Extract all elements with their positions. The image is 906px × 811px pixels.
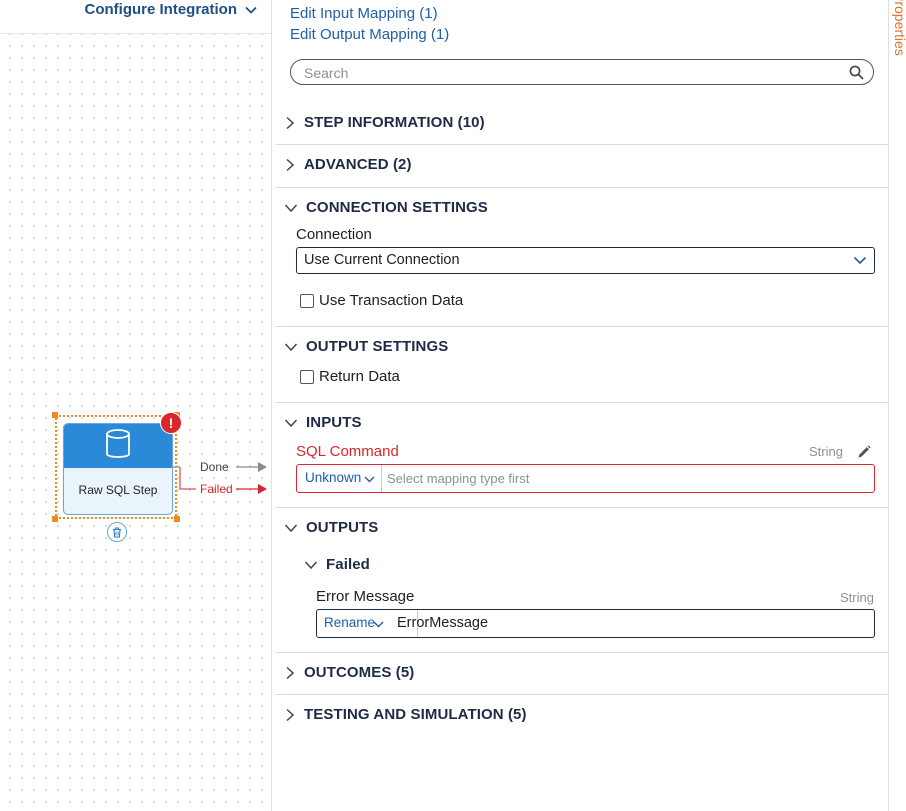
chevron-down-icon (284, 523, 298, 532)
configure-integration-label: Configure Integration (84, 1, 238, 18)
use-transaction-checkbox[interactable] (300, 294, 314, 308)
node-label: Raw SQL Step (78, 483, 158, 497)
edit-input-mapping-link[interactable]: Edit Input Mapping (1) (290, 5, 438, 22)
section-title: INPUTS (306, 414, 362, 431)
mapping-type-dropdown[interactable]: Unknown (297, 465, 382, 492)
connection-label: Connection (296, 226, 372, 243)
chevron-right-icon (286, 158, 295, 171)
section-title: OUTCOMES (5) (304, 664, 415, 681)
flow-canvas[interactable] (0, 0, 271, 811)
section-output-settings[interactable]: OUTPUT SETTINGS (284, 338, 448, 355)
chevron-down-icon (284, 418, 298, 427)
divider (276, 507, 888, 508)
edit-output-mapping-link[interactable]: Edit Output Mapping (1) (290, 26, 449, 43)
divider (276, 652, 888, 653)
divider (276, 144, 888, 145)
use-transaction-label: Use Transaction Data (319, 292, 464, 309)
section-title: ADVANCED (2) (304, 156, 412, 173)
chevron-right-icon (286, 116, 295, 129)
error-message-value[interactable]: ErrorMessage (397, 615, 488, 631)
error-message-label: Error Message (316, 588, 415, 605)
chevron-down-icon (364, 476, 375, 483)
group-title: Failed (326, 556, 370, 573)
chevron-down-icon (304, 560, 318, 569)
connection-select[interactable]: Use Current Connection (296, 247, 875, 274)
section-title: TESTING AND SIMULATION (5) (304, 706, 527, 723)
error-message-type: String (840, 590, 874, 605)
chevron-down-icon (853, 256, 867, 265)
failed-arrow-icon (258, 484, 267, 494)
divider (276, 326, 888, 327)
section-title: OUTPUT SETTINGS (306, 338, 449, 355)
right-tab-strip (888, 0, 906, 811)
sql-command-mapping: Unknown Select mapping type first (296, 464, 875, 493)
sql-command-type: String (809, 444, 843, 459)
raw-sql-step-node[interactable]: Raw SQL Step (63, 423, 173, 515)
chevron-right-icon (286, 708, 295, 721)
chevron-down-icon (373, 621, 384, 628)
section-testing-simulation[interactable]: TESTING AND SIMULATION (5) (284, 706, 527, 723)
canvas-header: Configure Integration (0, 0, 271, 34)
chevron-down-icon (284, 342, 298, 351)
error-badge-icon: ! (160, 412, 182, 434)
trash-icon[interactable] (107, 522, 127, 542)
divider (276, 694, 888, 695)
resize-handle[interactable] (52, 412, 58, 418)
connection-value: Use Current Connection (304, 252, 460, 268)
properties-panel: Edit Input Mapping (1) Edit Output Mappi… (272, 0, 888, 811)
section-outputs[interactable]: OUTPUTS (284, 519, 378, 536)
divider (276, 402, 888, 403)
resize-handle[interactable] (52, 516, 58, 522)
chevron-down-icon (245, 1, 257, 18)
mapping-type-value: Rename (324, 615, 376, 630)
sql-command-label: SQL Command (296, 443, 399, 460)
search-box (290, 59, 874, 85)
return-data-label: Return Data (319, 368, 400, 385)
resize-handle[interactable] (174, 516, 180, 522)
outcome-failed-label[interactable]: Failed (200, 482, 233, 496)
section-advanced[interactable]: ADVANCED (2) (284, 156, 412, 173)
section-title: CONNECTION SETTINGS (306, 199, 488, 216)
section-outcomes[interactable]: OUTCOMES (5) (284, 664, 414, 681)
return-data-checkbox[interactable] (300, 370, 314, 384)
section-step-information[interactable]: STEP INFORMATION (10) (284, 114, 485, 131)
configure-integration-button[interactable]: Configure Integration (85, 1, 258, 18)
done-arrow-icon (258, 462, 267, 472)
search-input[interactable] (302, 64, 836, 82)
chevron-right-icon (286, 666, 295, 679)
section-inputs[interactable]: INPUTS (284, 414, 362, 431)
divider (276, 187, 888, 188)
properties-tab[interactable]: Properties (892, 0, 906, 56)
database-icon (105, 428, 131, 464)
search-icon[interactable] (849, 65, 864, 85)
outcome-done-label[interactable]: Done (200, 460, 229, 474)
mapping-type-value: Unknown (305, 470, 362, 485)
section-title: OUTPUTS (306, 519, 379, 536)
chevron-down-icon (284, 203, 298, 212)
mapping-value-placeholder[interactable]: Select mapping type first (387, 471, 529, 486)
node-icon-area (64, 424, 172, 468)
edit-pencil-icon[interactable] (857, 445, 871, 464)
section-connection-settings[interactable]: CONNECTION SETTINGS (284, 199, 488, 216)
error-message-mapping: Rename ErrorMessage (316, 609, 875, 638)
outputs-group-failed[interactable]: Failed (304, 556, 370, 573)
section-title: STEP INFORMATION (10) (304, 114, 485, 131)
